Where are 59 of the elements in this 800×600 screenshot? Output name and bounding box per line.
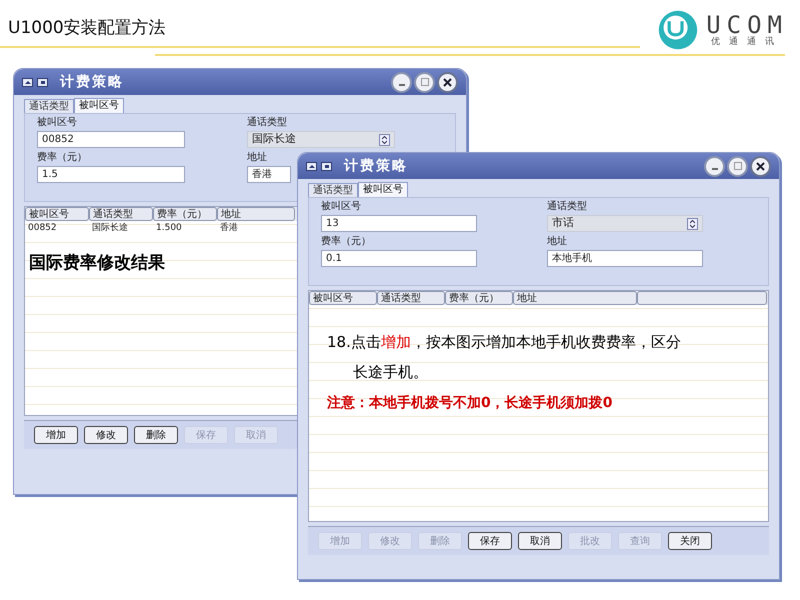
table-cell-text: 香港 (219, 222, 239, 235)
table-cell-text: 1.500 (155, 222, 183, 235)
field-label: 地址 (547, 236, 568, 248)
tab[interactable]: 被叫区号 (74, 98, 124, 113)
column-header[interactable]: 费率（元） (153, 207, 217, 221)
minimize-icon[interactable] (704, 156, 725, 176)
column-header[interactable]: 地址 (217, 207, 295, 221)
logo-tagline: 优通通讯 (711, 36, 784, 48)
annotation-text: 国际费率修改结果 (29, 252, 165, 275)
column-header[interactable]: 被叫区号 (25, 207, 89, 221)
field-label: 被叫区号 (321, 201, 362, 213)
window-menu-icon[interactable] (37, 78, 48, 86)
tab[interactable]: 被叫区号 (358, 182, 408, 197)
table-cell-text: 00852 (27, 222, 58, 235)
call-type-dropdown[interactable]: 市话 (547, 215, 703, 232)
tab[interactable]: 通话类型 (308, 183, 358, 197)
column-header[interactable]: 通话类型 (377, 291, 445, 305)
maximize-icon[interactable] (414, 72, 435, 92)
column-header[interactable]: 通话类型 (89, 207, 153, 221)
action-button[interactable]: 增加 (34, 426, 78, 444)
close-icon[interactable] (437, 72, 458, 92)
input-field[interactable]: 00852 (37, 131, 185, 148)
action-button[interactable]: 修改 (84, 426, 128, 444)
input-field[interactable]: 香港 (247, 166, 291, 183)
column-header[interactable]: 被叫区号 (309, 291, 377, 305)
collapse-icon[interactable] (22, 78, 33, 86)
field-label: 费率（元） (321, 236, 372, 248)
field-label: 通话类型 (547, 201, 588, 213)
logo-wordmark: UCOM (706, 12, 788, 36)
action-button[interactable]: 保存 (468, 532, 512, 550)
close-icon[interactable] (750, 156, 771, 176)
window-menu-icon[interactable] (321, 162, 332, 170)
action-button[interactable]: 关闭 (668, 532, 712, 550)
minimize-icon[interactable] (391, 72, 412, 92)
input-field[interactable]: 13 (321, 215, 477, 232)
action-button[interactable]: 删除 (134, 426, 178, 444)
window-title: 计费策略 (60, 72, 124, 92)
field-label: 通话类型 (247, 117, 288, 129)
input-field[interactable]: 1.5 (37, 166, 185, 183)
window-title: 计费策略 (344, 156, 408, 176)
input-field[interactable]: 本地手机 (547, 250, 703, 267)
instruction-text: 18.点击增加，按本图示增加本地手机收费费率，区分长途手机。 (327, 332, 682, 383)
call-type-dropdown[interactable]: 国际长途 (247, 131, 395, 148)
action-button[interactable]: 取消 (518, 532, 562, 550)
field-label: 被叫区号 (37, 117, 78, 129)
tab[interactable]: 通话类型 (24, 99, 74, 113)
collapse-icon[interactable] (306, 162, 317, 170)
slide-title: U1000安装配置方法 (8, 17, 166, 40)
input-field[interactable]: 0.1 (321, 250, 477, 267)
column-header[interactable]: 地址 (513, 291, 637, 305)
note-text: 注意：本地手机拨号不加0，长途手机须加拨0 (327, 394, 614, 413)
logo-icon (658, 10, 698, 50)
dropdown-arrow-icon (379, 134, 390, 146)
table-cell-text: 国际长途 (91, 222, 129, 235)
column-header[interactable]: 费率（元） (445, 291, 513, 305)
field-label: 地址 (247, 152, 268, 164)
field-label: 费率（元） (37, 152, 88, 164)
dropdown-arrow-icon (687, 218, 698, 230)
maximize-icon[interactable] (727, 156, 748, 176)
